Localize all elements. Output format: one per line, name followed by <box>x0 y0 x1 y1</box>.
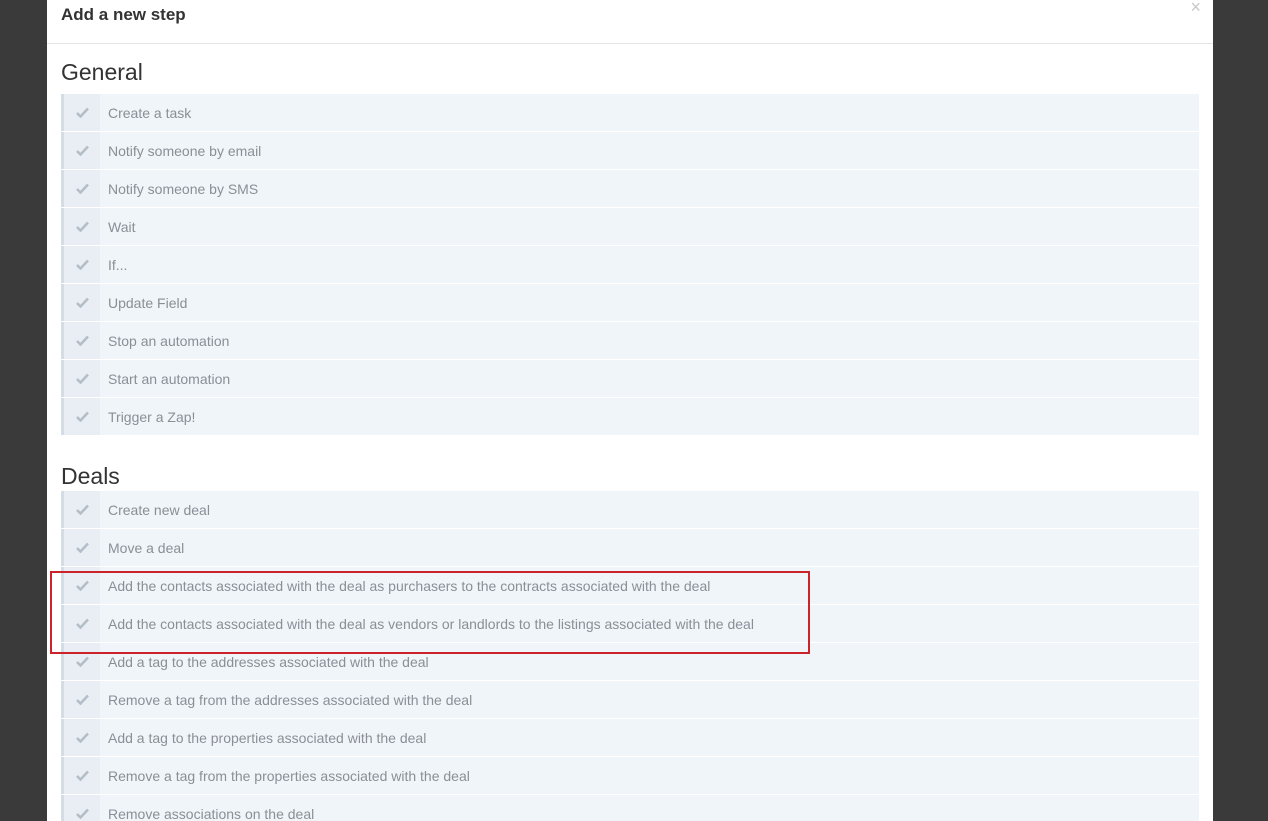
general-step-list: Create a task Notify someone by email No… <box>61 94 1199 435</box>
step-label: Trigger a Zap! <box>108 408 196 425</box>
step-label: If... <box>108 256 128 273</box>
step-item-remove-tag-properties[interactable]: Remove a tag from the properties associa… <box>61 757 1199 794</box>
step-label: Add a tag to the addresses associated wi… <box>108 653 429 670</box>
add-step-modal: Add a new step × General Create a task N… <box>47 0 1213 821</box>
step-label: Stop an automation <box>108 332 230 349</box>
step-item-add-tag-addresses[interactable]: Add a tag to the addresses associated wi… <box>61 643 1199 680</box>
step-item-wait[interactable]: Wait <box>61 208 1199 245</box>
modal-body: General Create a task Notify someone by … <box>61 44 1199 821</box>
step-label: Add a tag to the properties associated w… <box>108 729 427 746</box>
step-label: Move a deal <box>108 539 185 556</box>
check-icon <box>61 132 100 169</box>
step-label: Remove a tag from the addresses associat… <box>108 691 473 708</box>
check-icon <box>61 529 100 566</box>
step-label: Create a task <box>108 104 192 121</box>
step-label: Add the contacts associated with the dea… <box>108 615 754 632</box>
step-label: Wait <box>108 218 136 235</box>
check-icon <box>61 208 100 245</box>
check-icon <box>61 491 100 528</box>
step-item-notify-email[interactable]: Notify someone by email <box>61 132 1199 169</box>
step-item-notify-sms[interactable]: Notify someone by SMS <box>61 170 1199 207</box>
step-item-stop-automation[interactable]: Stop an automation <box>61 322 1199 359</box>
step-label: Notify someone by SMS <box>108 180 259 197</box>
step-item-add-tag-properties[interactable]: Add a tag to the properties associated w… <box>61 719 1199 756</box>
close-icon[interactable]: × <box>1190 0 1201 16</box>
check-icon <box>61 246 100 283</box>
step-item-add-purchasers[interactable]: Add the contacts associated with the dea… <box>61 567 1199 604</box>
modal-title: Add a new step <box>61 5 186 24</box>
check-icon <box>61 605 100 642</box>
deals-step-list: Create new deal Move a deal Add the cont… <box>61 491 1199 821</box>
check-icon <box>61 719 100 756</box>
step-label: Notify someone by email <box>108 142 262 159</box>
step-label: Remove a tag from the properties associa… <box>108 767 470 784</box>
check-icon <box>61 94 100 131</box>
check-icon <box>61 398 100 435</box>
step-item-move-deal[interactable]: Move a deal <box>61 529 1199 566</box>
check-icon <box>61 795 100 821</box>
check-icon <box>61 643 100 680</box>
check-icon <box>61 360 100 397</box>
step-item-trigger-zap[interactable]: Trigger a Zap! <box>61 398 1199 435</box>
step-item-remove-associations[interactable]: Remove associations on the deal <box>61 795 1199 821</box>
step-item-update-field[interactable]: Update Field <box>61 284 1199 321</box>
step-label: Add the contacts associated with the dea… <box>108 577 711 594</box>
step-item-create-task[interactable]: Create a task <box>61 94 1199 131</box>
check-icon <box>61 284 100 321</box>
step-item-add-vendors[interactable]: Add the contacts associated with the dea… <box>61 605 1199 642</box>
check-icon <box>61 170 100 207</box>
check-icon <box>61 567 100 604</box>
step-label: Create new deal <box>108 501 210 518</box>
step-item-if[interactable]: If... <box>61 246 1199 283</box>
step-label: Update Field <box>108 294 188 311</box>
step-item-remove-tag-addresses[interactable]: Remove a tag from the addresses associat… <box>61 681 1199 718</box>
step-label: Start an automation <box>108 370 231 387</box>
check-icon <box>61 757 100 794</box>
section-title-deals: Deals <box>61 463 120 489</box>
step-item-create-deal[interactable]: Create new deal <box>61 491 1199 528</box>
section-title-general: General <box>61 59 143 85</box>
check-icon <box>61 681 100 718</box>
step-item-start-automation[interactable]: Start an automation <box>61 360 1199 397</box>
modal-header: Add a new step × <box>47 0 1213 44</box>
check-icon <box>61 322 100 359</box>
step-label: Remove associations on the deal <box>108 805 315 821</box>
